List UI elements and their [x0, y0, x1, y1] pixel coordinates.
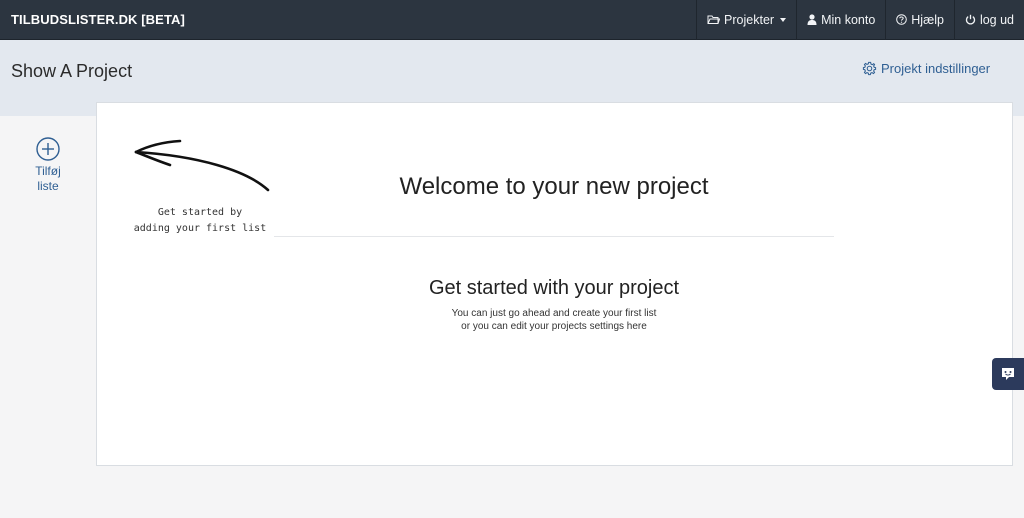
page-title: Show A Project [11, 61, 133, 81]
chevron-down-icon [780, 17, 787, 22]
add-list-button[interactable]: Tilføj liste [28, 137, 68, 194]
hint-text: Get started by adding your first list [130, 205, 270, 237]
hint-line2: adding your first list [133, 223, 267, 234]
plus-circle-icon [36, 137, 60, 161]
nav-log-ud-label: log ud [979, 12, 1014, 27]
add-list-label: Tilføj liste [35, 164, 61, 194]
nav-hjaelp-label: Hjælp [911, 12, 944, 27]
folder-icon [707, 15, 721, 24]
nav-projekter-dropdown[interactable]: Projekter [696, 0, 796, 40]
chat-icon [1002, 368, 1014, 380]
project-settings-link[interactable]: Projekt indstillinger [862, 61, 990, 76]
divider [274, 236, 834, 237]
question-circle-icon [896, 14, 908, 25]
add-list-label-line2: liste [37, 179, 59, 193]
top-navbar: TILBUDSLISTER.DK [BETA] Projekter Min ko… [0, 0, 1024, 40]
user-icon [807, 14, 817, 25]
nav-min-konto-label: Min konto [821, 12, 876, 27]
brand-logo[interactable]: TILBUDSLISTER.DK [BETA] [0, 12, 185, 27]
add-list-label-line1: Tilføj [35, 164, 61, 178]
get-started-description: You can just go ahead and create your fi… [274, 307, 834, 333]
hint-line1: Get started by [157, 207, 243, 218]
chat-button[interactable] [992, 358, 1024, 390]
get-started-heading: Get started with your project [428, 277, 680, 299]
nav-projekter-label: Projekter [724, 12, 775, 27]
desc-line2[interactable]: or you can edit your projects settings h… [274, 320, 834, 333]
welcome-heading: Welcome to your new project [399, 173, 709, 200]
nav-menu: Projekter Min konto Hjælp log ud [696, 0, 1024, 40]
power-icon [965, 14, 976, 25]
nav-log-ud[interactable]: log ud [953, 0, 1024, 40]
nav-min-konto[interactable]: Min konto [796, 0, 885, 40]
gear-icon [862, 61, 877, 76]
hand-drawn-arrow-icon [134, 139, 270, 192]
project-settings-label: Projekt indstillinger [881, 61, 991, 76]
nav-hjaelp[interactable]: Hjælp [885, 0, 954, 40]
desc-line1: You can just go ahead and create your fi… [451, 308, 657, 319]
